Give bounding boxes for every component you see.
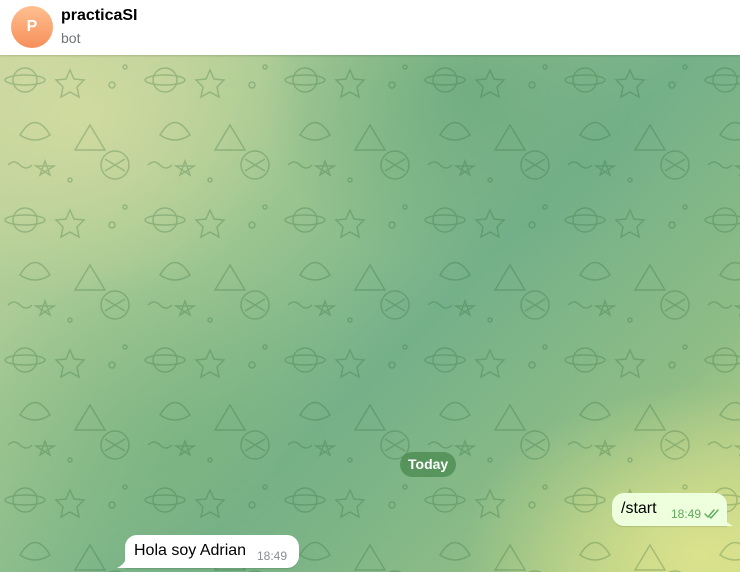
date-separator: Today [400,452,457,477]
outgoing-message-bubble[interactable]: /start 18:49 [612,493,727,526]
message-time: 18:49 [671,507,702,521]
avatar[interactable]: P [11,6,53,48]
double-check-icon [704,509,719,519]
message-list[interactable]: Today /start 18:49 Hola soy Adrian 18:49 [0,55,740,572]
telegram-chat-window: P practicaSI bot Today /start 18:49 Hola… [0,0,740,572]
message-text: /start [621,500,657,517]
message-text: Hola soy Adrian [134,542,247,559]
chat-title: practicaSI [61,7,138,24]
chat-subtitle: bot [61,30,81,46]
message-time: 18:49 [257,549,288,563]
incoming-message-bubble[interactable]: Hola soy Adrian 18:49 [125,535,299,568]
chat-header[interactable]: P practicaSI bot [0,0,740,55]
